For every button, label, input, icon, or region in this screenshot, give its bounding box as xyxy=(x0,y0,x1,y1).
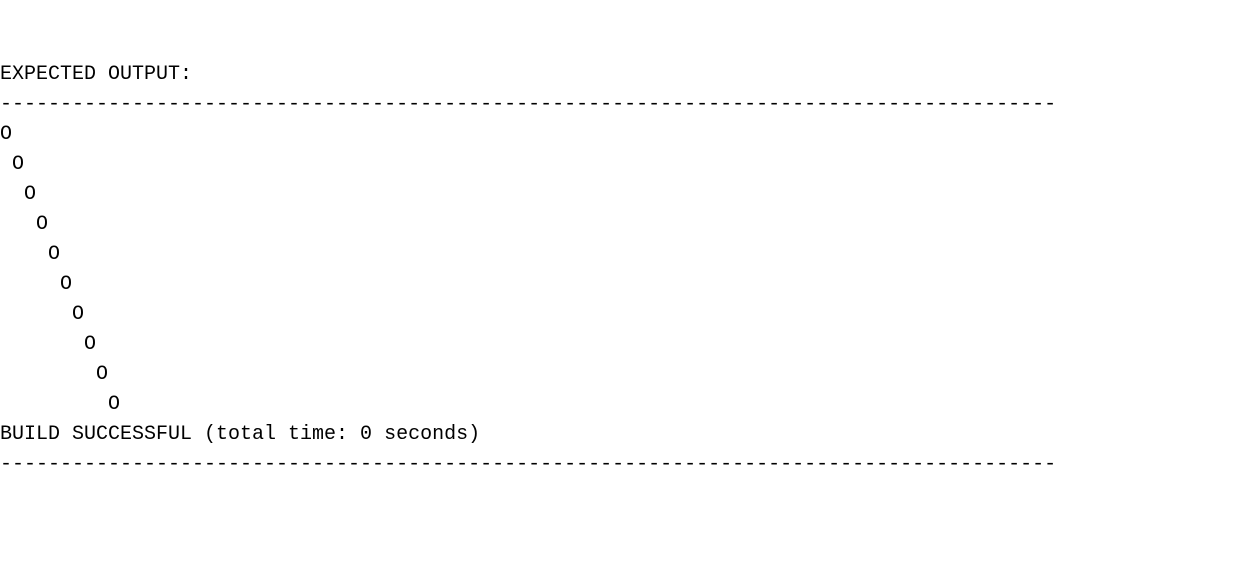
output-line-5: O xyxy=(0,273,72,296)
divider-bottom: ----------------------------------------… xyxy=(0,453,1056,476)
output-line-4: O xyxy=(0,243,60,266)
output-line-2: O xyxy=(0,183,36,206)
output-line-8: O xyxy=(0,363,108,386)
output-line-0: O xyxy=(0,123,12,146)
output-line-9: O xyxy=(0,393,120,416)
output-line-3: O xyxy=(0,213,48,236)
output-line-1: O xyxy=(0,153,24,176)
output-line-6: O xyxy=(0,303,84,326)
divider-top: ----------------------------------------… xyxy=(0,93,1056,116)
build-status: BUILD SUCCESSFUL (total time: 0 seconds) xyxy=(0,423,480,446)
output-header: EXPECTED OUTPUT: xyxy=(0,63,192,86)
output-line-7: O xyxy=(0,333,96,356)
